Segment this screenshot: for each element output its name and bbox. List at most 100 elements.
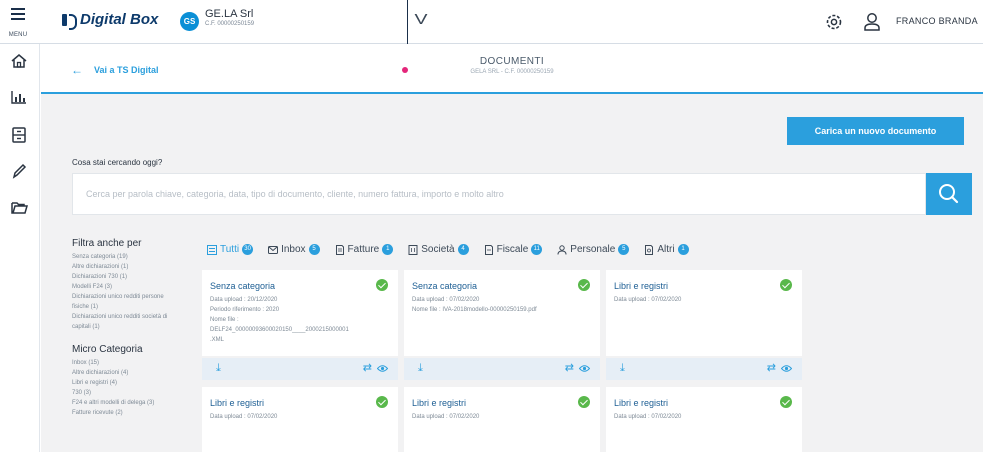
check-circle-icon (578, 396, 590, 408)
eye-icon[interactable] (781, 364, 792, 373)
swap-icon[interactable]: ⇄ (565, 361, 574, 374)
folder-icon[interactable] (10, 198, 28, 216)
company-tax-code: C.F. 00000250159 (205, 21, 255, 27)
tab-inbox[interactable]: Inbox 5 (268, 244, 320, 255)
document-icon (484, 244, 493, 255)
document-card[interactable]: Libri e registri Data upload : 07/02/202… (202, 387, 398, 452)
card-title: Libri e registri (614, 398, 669, 408)
eye-icon[interactable] (579, 364, 590, 373)
tab-societa[interactable]: Società 4 (408, 244, 469, 255)
company-name: GE.LA Srl (205, 8, 254, 20)
micro-filter-item[interactable]: Altre dichiarazioni (4) (72, 368, 197, 378)
list-icon (207, 244, 217, 255)
card-title: Libri e registri (210, 398, 265, 408)
card-detail: Data upload : 07/02/2020 (614, 297, 682, 303)
filter-item[interactable]: Senza categoria (19) (72, 252, 197, 262)
document-card[interactable]: Libri e registri Data upload : 07/02/202… (606, 270, 802, 356)
search-label: Cosa stai cercando oggi? (72, 158, 163, 167)
menu-button[interactable]: MENU (6, 6, 30, 38)
user-name[interactable]: FRANCO BRANDA (896, 16, 978, 26)
tab-label: Fatture (347, 244, 380, 255)
gear-icon[interactable] (824, 12, 844, 32)
search-button[interactable] (926, 173, 972, 215)
tab-tutti[interactable]: Tutti 30 (207, 244, 254, 255)
filter-item[interactable]: capitali (1) (72, 322, 197, 332)
filter-item[interactable]: Dichiarazioni unico redditi società di (72, 312, 197, 322)
pen-icon[interactable] (10, 162, 28, 180)
tab-count-badge: 4 (457, 244, 469, 255)
micro-category-list: Inbox (15) Altre dichiarazioni (4) Libri… (72, 358, 197, 418)
check-circle-icon (780, 279, 792, 291)
tab-count-badge: 5 (308, 244, 320, 255)
filter-item[interactable]: Altre dichiarazioni (1) (72, 262, 197, 272)
filter-item[interactable]: Dichiarazioni 730 (1) (72, 272, 197, 282)
home-icon[interactable] (10, 52, 28, 70)
card-detail: Data upload : 07/02/2020 (210, 414, 278, 420)
tab-count-badge: 1 (677, 244, 689, 255)
card-detail: Nome file : (210, 317, 239, 323)
inbox-icon (268, 245, 279, 254)
micro-filter-item[interactable]: Inbox (15) (72, 358, 197, 368)
top-bar: MENU Digital Box GS GE.LA Srl C.F. 00000… (0, 0, 983, 44)
main-content: ← Vai a TS Digital DOCUMENTI GELA SRL - … (41, 44, 983, 452)
card-title: Libri e registri (614, 281, 669, 291)
upload-document-button[interactable]: Carica un nuovo documento (787, 117, 964, 145)
check-circle-icon (376, 396, 388, 408)
card-title: Senza categoria (412, 281, 478, 291)
card-detail: .XML (210, 337, 225, 343)
tab-count-badge: 11 (531, 244, 543, 255)
filters-title: Filtra anche per (72, 238, 142, 249)
page-title-text: DOCUMENTI (479, 56, 545, 67)
app-logo[interactable]: Digital Box (62, 11, 158, 30)
filter-item[interactable]: Modelli F24 (3) (72, 282, 197, 292)
card-detail: DELF24_00000093600020150____200021500000… (210, 327, 349, 333)
card-actions: ⤓ ⇄ (606, 358, 802, 380)
card-detail: Nome file : IVA-2018modello-00000250159.… (412, 307, 537, 313)
micro-filter-item[interactable]: Libri e registri (4) (72, 378, 197, 388)
invoice-icon (335, 244, 344, 255)
micro-filter-item[interactable]: F24 e altri modelli di delega (3) (72, 398, 197, 408)
eye-icon[interactable] (377, 364, 388, 373)
tab-fatture[interactable]: Fatture 1 (335, 244, 394, 255)
side-rail (0, 44, 40, 452)
micro-filter-item[interactable]: Fatture ricevute (2) (72, 408, 197, 418)
person-icon (557, 244, 567, 255)
document-card[interactable]: Senza categoria Data upload : 07/02/2020… (404, 270, 600, 356)
company-selector[interactable]: GE.LA Srl C.F. 00000250159 (205, 8, 254, 27)
filter-item[interactable]: Dichiarazioni unico redditi persone (72, 292, 197, 302)
filters-panel: Filtra anche per Senza categoria (19) Al… (72, 238, 197, 418)
document-card[interactable]: Senza categoria Data upload : 20/12/2020… (202, 270, 398, 356)
tab-altri[interactable]: Altri 1 (644, 244, 689, 255)
card-detail: Data upload : 20/12/2020 (210, 297, 278, 303)
swap-icon[interactable]: ⇄ (363, 361, 372, 374)
annotation-pointer-dot (402, 67, 408, 73)
building-icon (408, 244, 418, 255)
micro-filter-item[interactable]: 730 (3) (72, 388, 197, 398)
search-box (72, 173, 926, 215)
tab-count-badge: 1 (382, 244, 394, 255)
filter-item[interactable]: fisiche (1) (72, 302, 197, 312)
check-circle-icon (780, 396, 792, 408)
check-circle-icon (578, 279, 590, 291)
company-avatar[interactable]: GS (180, 12, 199, 31)
tab-label: Società (421, 244, 455, 255)
document-card[interactable]: Libri e registri Data upload : 07/02/202… (606, 387, 802, 452)
download-icon[interactable]: ⤓ (216, 362, 221, 375)
tab-label: Altri (657, 244, 675, 255)
download-icon[interactable]: ⤓ (418, 362, 423, 375)
category-tabs: Tutti 30 Inbox 5 Fatture 1 Società 4 Fis… (207, 244, 704, 255)
swap-icon[interactable]: ⇄ (767, 361, 776, 374)
download-icon[interactable]: ⤓ (620, 362, 625, 375)
tab-fiscale[interactable]: Fiscale 11 (484, 244, 543, 255)
chart-icon[interactable] (10, 88, 28, 106)
tab-label: Inbox (281, 244, 306, 255)
tab-count-badge: 5 (618, 244, 630, 255)
user-icon[interactable] (862, 11, 882, 33)
tab-personale[interactable]: Personale 5 (557, 244, 630, 255)
chevron-down-icon[interactable]: V (414, 11, 427, 28)
search-input[interactable] (73, 174, 925, 214)
category-filter-list: Senza categoria (19) Altre dichiarazioni… (72, 252, 197, 332)
card-detail: Data upload : 07/02/2020 (412, 297, 480, 303)
document-card[interactable]: Libri e registri Data upload : 07/02/202… (404, 387, 600, 452)
archive-icon[interactable] (10, 126, 28, 144)
